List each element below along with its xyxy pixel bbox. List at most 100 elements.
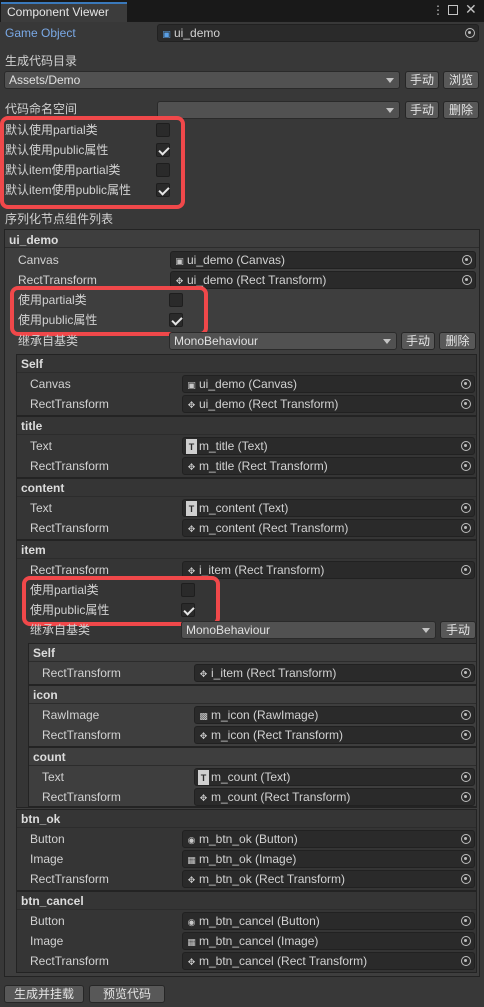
item-count-rect-field[interactable]: ✥ m_count (Rect Transform)	[194, 788, 475, 806]
game-object-icon: ▣	[162, 29, 171, 39]
object-picker-icon[interactable]	[461, 668, 471, 678]
namespace-label: 代码命名空间	[5, 102, 78, 116]
self-canvas-field[interactable]: ▣ ui_demo (Canvas)	[182, 375, 475, 393]
object-picker-icon[interactable]	[461, 399, 471, 409]
rect-transform-icon: ✥	[187, 875, 196, 885]
object-picker-icon[interactable]	[462, 275, 472, 285]
highlight-box	[22, 576, 220, 626]
object-picker-icon[interactable]	[461, 772, 471, 782]
generate-button[interactable]: 生成并挂载	[4, 985, 84, 1003]
content-group-title: content	[21, 481, 65, 495]
row-label: RectTransform	[30, 954, 109, 968]
chevron-down-icon	[422, 628, 430, 633]
canvas-icon: ▣	[187, 380, 196, 390]
btn-ok-image-field[interactable]: ▦ m_btn_ok (Image)	[182, 850, 475, 868]
base-class-manual-button[interactable]: 手动	[401, 332, 435, 350]
title-rect-field[interactable]: ✥ m_title (Rect Transform)	[182, 457, 475, 475]
item-icon-rect-field[interactable]: ✥ m_icon (Rect Transform)	[194, 726, 475, 744]
row-label: Button	[30, 832, 65, 846]
namespace-delete-button[interactable]: 删除	[443, 101, 479, 119]
button-icon: ◉	[187, 835, 196, 845]
item-self-rect-field[interactable]: ✥ i_item (Rect Transform)	[194, 664, 475, 682]
content-rect-field[interactable]: ✥ m_content (Rect Transform)	[182, 519, 475, 537]
self-rect-field[interactable]: ✥ ui_demo (Rect Transform)	[182, 395, 475, 413]
item-icon-title: icon	[33, 688, 58, 702]
btn-cancel-button-field[interactable]: ◉ m_btn_cancel (Button)	[182, 912, 475, 930]
namespace-dropdown[interactable]	[157, 101, 400, 119]
row-label: Text	[30, 501, 53, 515]
button-icon: ◉	[187, 917, 196, 927]
content-text-field[interactable]: Tm_content (Text)	[182, 499, 475, 517]
item-count-text-field[interactable]: Tm_count (Text)	[194, 768, 475, 786]
image-icon: ▦	[187, 937, 196, 947]
title-text-field[interactable]: Tm_title (Text)	[182, 437, 475, 455]
object-picker-icon[interactable]	[461, 565, 471, 575]
close-icon[interactable]: ✕	[465, 1, 477, 18]
object-picker-icon[interactable]	[461, 874, 471, 884]
btn-cancel-image-field[interactable]: ▦ m_btn_cancel (Image)	[182, 932, 475, 950]
item-group-title: item	[21, 543, 46, 557]
gen-dir-dropdown[interactable]: Assets/Demo	[4, 71, 400, 89]
rect-transform-icon: ✥	[187, 957, 196, 967]
object-picker-icon[interactable]	[461, 854, 471, 864]
chevron-down-icon	[386, 108, 394, 113]
object-picker-icon[interactable]	[461, 461, 471, 471]
object-picker-icon[interactable]	[461, 523, 471, 533]
gen-dir-label: 生成代码目录	[5, 54, 78, 68]
raw-image-icon: ▩	[199, 711, 208, 721]
row-label: RectTransform	[42, 666, 121, 680]
btn-ok-button-field[interactable]: ◉ m_btn_ok (Button)	[182, 830, 475, 848]
object-picker-icon[interactable]	[461, 834, 471, 844]
btn-ok-rect-field[interactable]: ✥ m_btn_ok (Rect Transform)	[182, 870, 475, 888]
item-rect-field[interactable]: ✥ i_item (Rect Transform)	[182, 561, 475, 579]
item-base-class-dropdown[interactable]: MonoBehaviour	[181, 621, 436, 639]
tab-component-viewer[interactable]: Component Viewer	[1, 2, 127, 22]
root-canvas-field[interactable]: ▣ ui_demo (Canvas)	[170, 251, 476, 269]
object-picker-icon[interactable]	[461, 503, 471, 513]
object-picker-icon[interactable]	[461, 730, 471, 740]
row-label: Canvas	[30, 377, 71, 391]
rect-transform-icon: ✥	[199, 731, 208, 741]
object-picker-icon[interactable]	[461, 936, 471, 946]
namespace-manual-button[interactable]: 手动	[405, 101, 439, 119]
object-picker-icon[interactable]	[461, 916, 471, 926]
rect-transform-icon: ✥	[187, 400, 196, 410]
item-count-title: count	[33, 750, 66, 764]
rect-transform-icon: ✥	[199, 793, 208, 803]
item-icon-rawimage-field[interactable]: ▩ m_icon (RawImage)	[194, 706, 475, 724]
object-picker-icon[interactable]	[465, 28, 475, 38]
image-icon: ▦	[187, 855, 196, 865]
kebab-menu-icon[interactable]: ⋮	[432, 3, 444, 17]
object-picker-icon[interactable]	[461, 379, 471, 389]
gen-dir-manual-button[interactable]: 手动	[405, 71, 439, 89]
object-picker-icon[interactable]	[461, 710, 471, 720]
rect-transform-icon: ✥	[187, 524, 196, 534]
highlight-box	[10, 286, 208, 336]
tab-title: Component Viewer	[7, 5, 109, 19]
text-icon: T	[186, 439, 197, 454]
root-rect-field[interactable]: ✥ ui_demo (Rect Transform)	[170, 271, 476, 289]
text-icon: T	[198, 770, 209, 785]
row-label: Text	[42, 770, 65, 784]
btn-cancel-rect-field[interactable]: ✥ m_btn_cancel (Rect Transform)	[182, 952, 475, 970]
base-class-delete-button[interactable]: 删除	[439, 332, 476, 350]
tab-bar: Component Viewer ⋮ ✕	[0, 0, 484, 22]
row-label: Image	[30, 852, 64, 866]
object-picker-icon[interactable]	[462, 255, 472, 265]
canvas-icon: ▣	[175, 256, 184, 266]
row-label: Text	[30, 439, 53, 453]
preview-button[interactable]: 预览代码	[89, 985, 165, 1003]
row-label: RectTransform	[30, 521, 109, 535]
maximize-icon[interactable]	[448, 5, 458, 15]
game-object-label: Game Object	[5, 26, 76, 40]
item-base-class-manual-button[interactable]: 手动	[440, 621, 476, 639]
object-picker-icon[interactable]	[461, 792, 471, 802]
game-object-field[interactable]: ▣ ui_demo	[157, 24, 479, 42]
base-class-dropdown[interactable]: MonoBehaviour	[169, 332, 397, 350]
object-picker-icon[interactable]	[461, 956, 471, 966]
row-label: Canvas	[18, 253, 59, 267]
row-label: RectTransform	[42, 790, 121, 804]
title-group-title: title	[21, 419, 43, 433]
object-picker-icon[interactable]	[461, 441, 471, 451]
gen-dir-browse-button[interactable]: 浏览	[443, 71, 479, 89]
